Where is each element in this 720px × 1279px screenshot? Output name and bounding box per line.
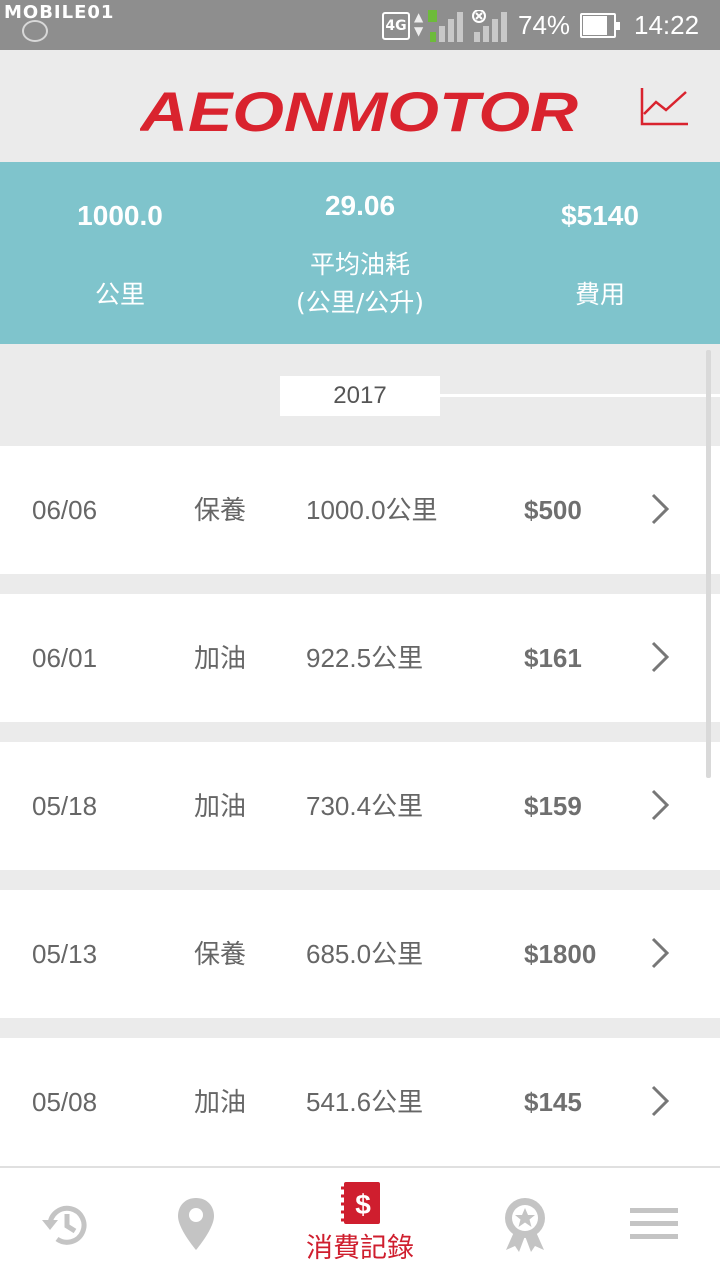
cost-summary: $5140 費用: [480, 162, 720, 344]
record-row[interactable]: 06/06 保養 1000.0公里 $500: [0, 446, 720, 574]
cost-label: 費用: [574, 280, 625, 309]
bottom-navigation: $ 消費記錄: [0, 1166, 720, 1279]
record-type: 保養: [194, 939, 247, 969]
expense-record-icon: $: [341, 1182, 380, 1224]
average-consumption-value: 29.06: [324, 190, 396, 221]
summary-panel: 1000.0 公里 29.06 平均油耗 (公里/公升) $5140 費用: [0, 162, 720, 344]
record-cost: $1800: [524, 939, 597, 969]
clock: 14:22: [634, 10, 700, 40]
record-odometer: 922.5公里: [306, 643, 424, 673]
chart-icon[interactable]: [636, 84, 692, 128]
location-pin-icon: [178, 1198, 214, 1250]
nav-expense-record[interactable]: $ 消費記錄: [290, 1168, 430, 1279]
history-icon: [42, 1205, 87, 1245]
menu-icon: [630, 1208, 678, 1239]
record-row[interactable]: 06/01 加油 922.5公里 $161: [0, 594, 720, 722]
signal-strength-icon: [428, 10, 463, 42]
record-row[interactable]: 05/13 保養 685.0公里 $1800: [0, 890, 720, 1018]
record-odometer: 541.6公里: [306, 1087, 424, 1117]
nav-menu[interactable]: [620, 1168, 690, 1279]
app-header: AEONMOTOR: [0, 50, 720, 162]
record-row[interactable]: 05/18 加油 730.4公里 $159: [0, 742, 720, 870]
distance-value: 1000.0: [77, 200, 163, 231]
record-date: 06/06: [32, 495, 98, 525]
record-date: 05/13: [32, 939, 98, 969]
record-cost: $159: [524, 791, 582, 821]
status-bar: MOBILE01 4G ▲ ▼ 74% 14:22: [0, 0, 720, 50]
record-type: 加油: [194, 643, 247, 673]
year-separator: 2017: [0, 344, 720, 446]
network-type: 4G: [382, 12, 410, 40]
record-type: 保養: [194, 495, 247, 525]
chevron-right-icon: [651, 641, 670, 673]
chevron-right-icon: [651, 493, 670, 525]
record-cost: $500: [524, 495, 582, 525]
nav-awards[interactable]: [490, 1168, 560, 1279]
record-type: 加油: [194, 1087, 247, 1117]
chevron-right-icon: [651, 789, 670, 821]
nav-history[interactable]: [30, 1168, 100, 1279]
scrollbar[interactable]: [706, 350, 711, 778]
record-odometer: 685.0公里: [306, 939, 424, 969]
average-consumption-unit: (公里/公升): [296, 288, 424, 317]
record-type: 加油: [194, 791, 247, 821]
record-odometer: 730.4公里: [306, 791, 424, 821]
record-row[interactable]: 05/08 加油 541.6公里 $145: [0, 1038, 720, 1166]
watermark-emblem-icon: [22, 20, 48, 42]
distance-label: 公里: [94, 280, 145, 309]
aeonmotor-logo: AEONMOTOR: [140, 81, 579, 139]
record-date: 05/18: [32, 791, 98, 821]
nav-location[interactable]: [160, 1168, 232, 1279]
record-date: 05/08: [32, 1087, 98, 1117]
chevron-right-icon: [651, 937, 670, 969]
battery-percentage: 74%: [518, 10, 571, 40]
svg-text:$: $: [355, 1189, 371, 1220]
award-badge-icon: [505, 1198, 545, 1252]
chevron-right-icon: [651, 1085, 670, 1117]
record-cost: $161: [524, 643, 582, 673]
signal-no-sim-icon: [472, 10, 507, 42]
record-cost: $145: [524, 1087, 582, 1117]
watermark: MOBILE01: [4, 2, 115, 23]
average-consumption-label: 平均油耗: [309, 250, 410, 279]
year-divider-line: [440, 394, 720, 397]
data-activity-icon: ▲ ▼: [414, 10, 424, 38]
nav-expense-record-label: 消費記錄: [306, 1233, 414, 1264]
average-consumption-summary: 29.06 平均油耗 (公里/公升): [240, 162, 480, 344]
battery-icon: [580, 13, 620, 38]
record-odometer: 1000.0公里: [306, 495, 438, 525]
record-date: 06/01: [32, 643, 98, 673]
cost-value: $5140: [561, 200, 639, 231]
distance-summary: 1000.0 公里: [0, 162, 240, 344]
year-label: 2017: [280, 376, 440, 416]
svg-text:AEONMOTOR: AEONMOTOR: [140, 81, 579, 139]
